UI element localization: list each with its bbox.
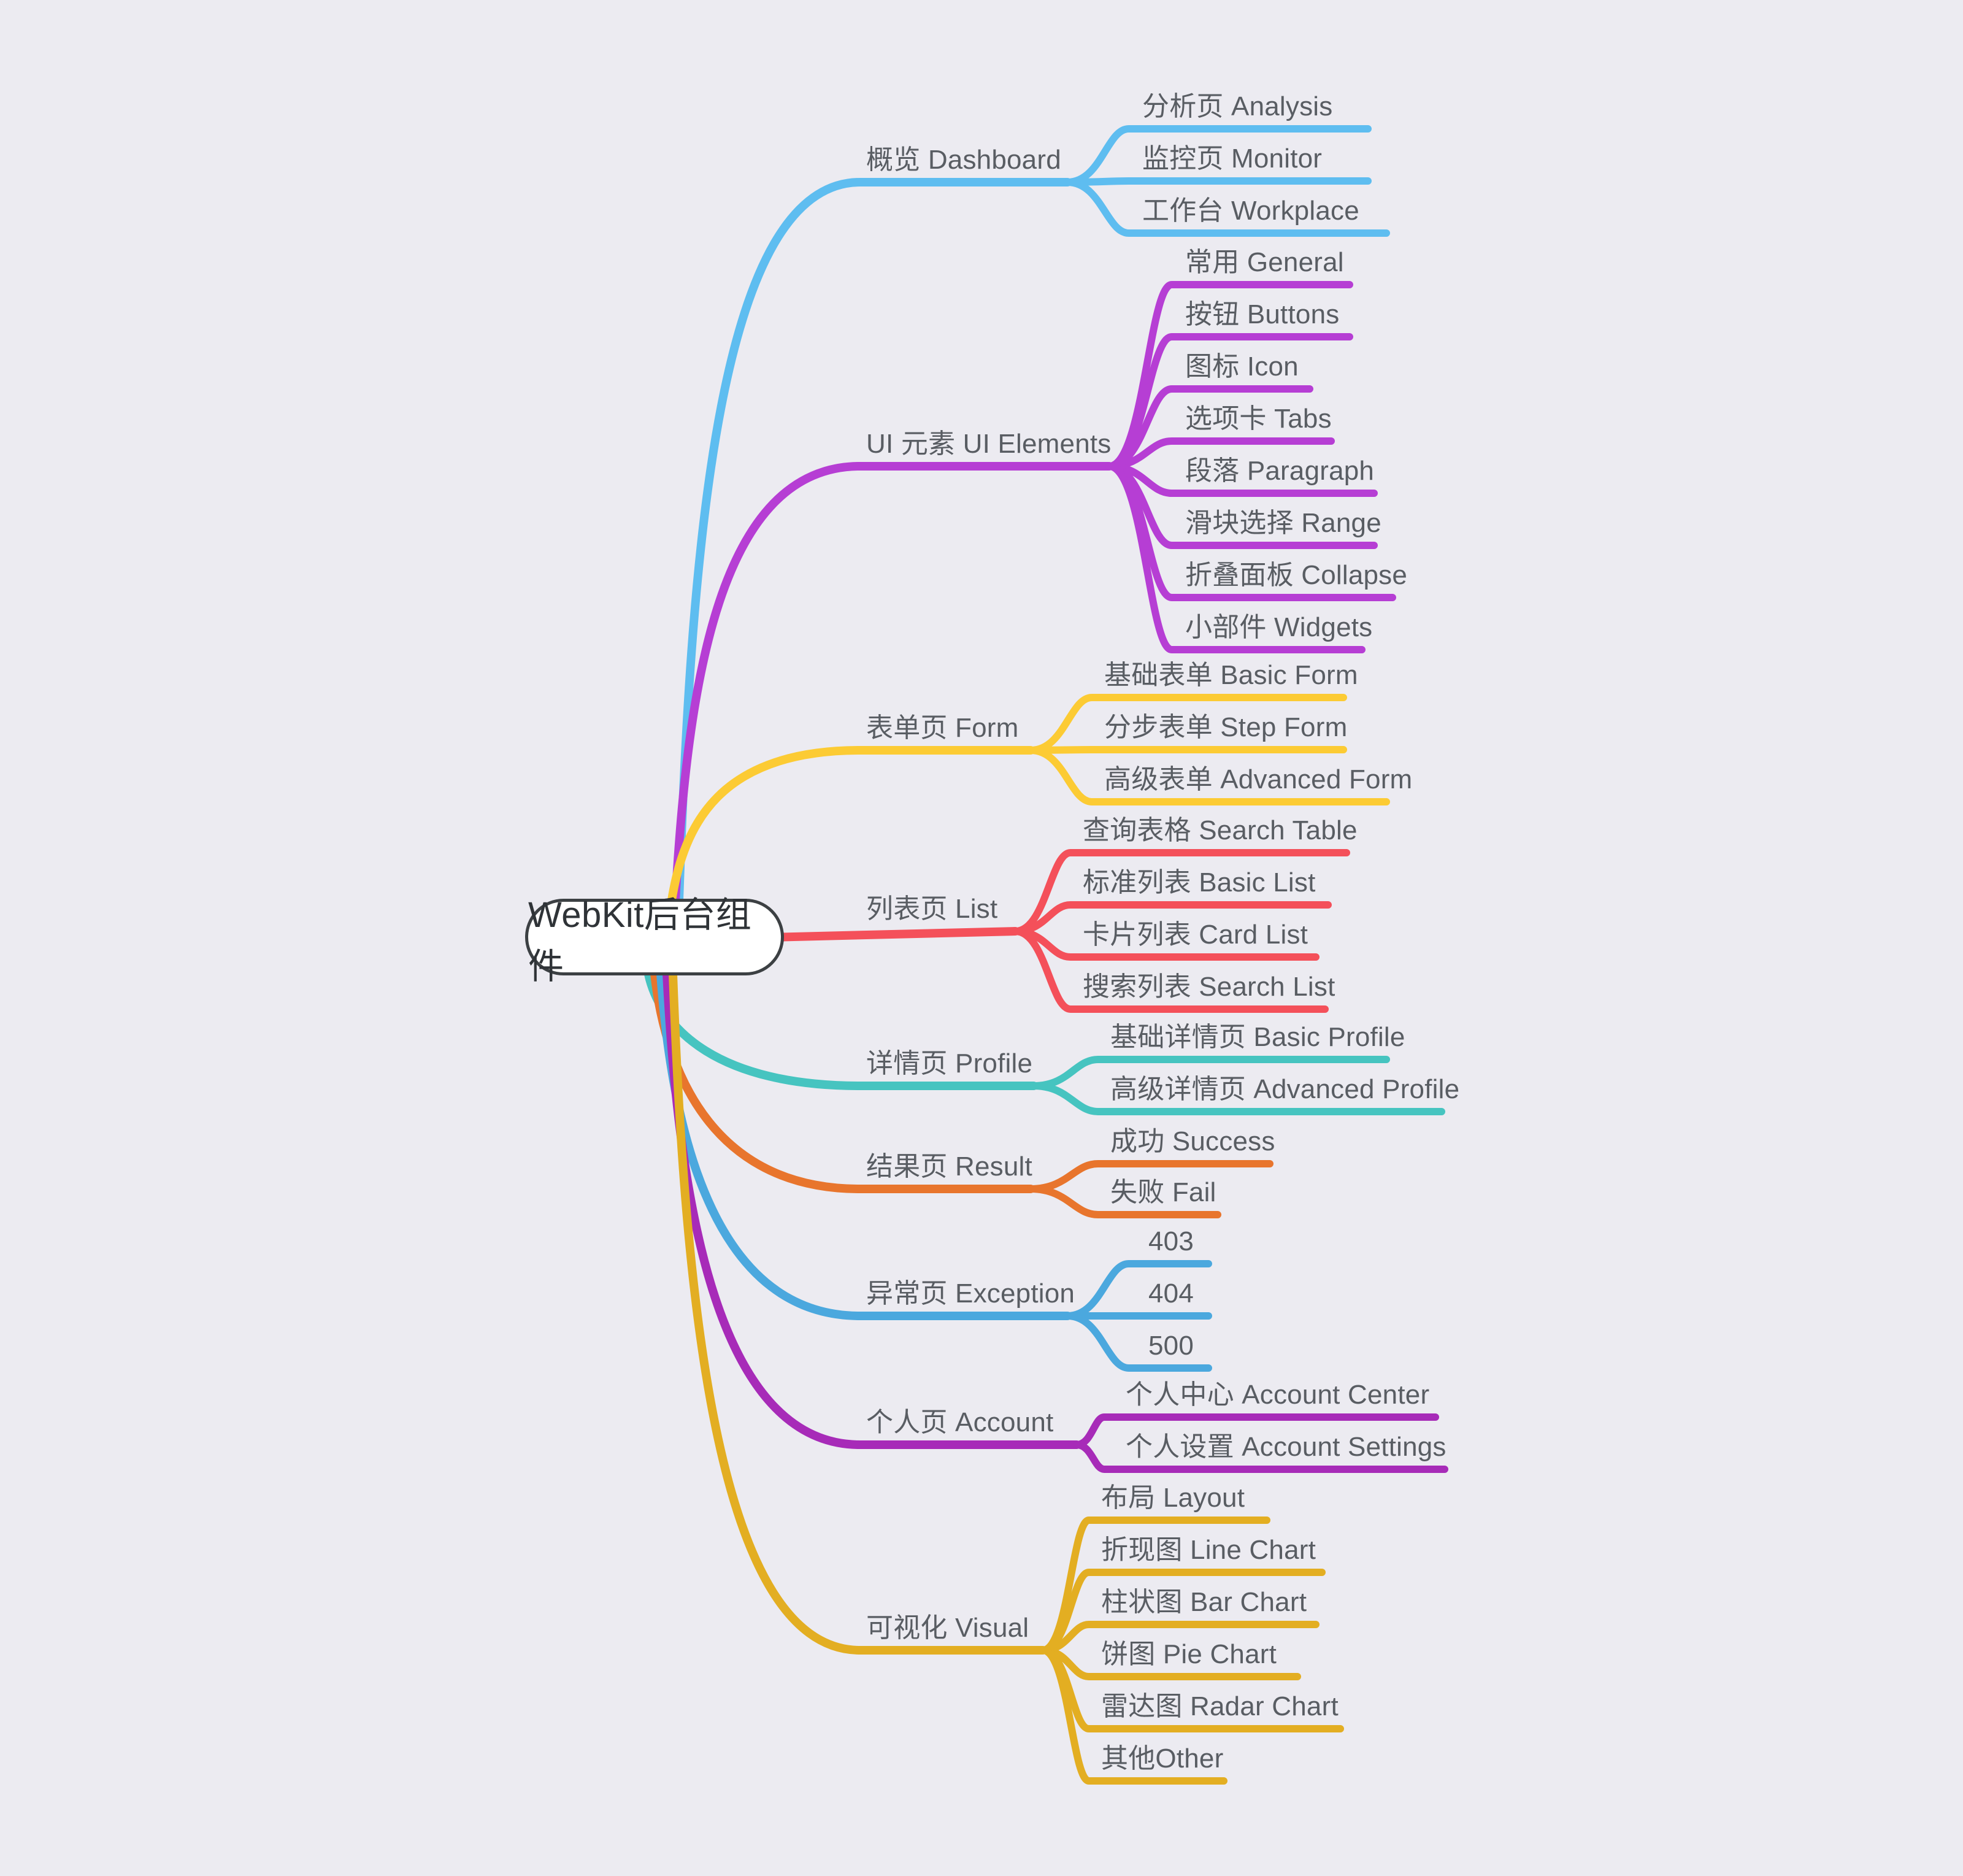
root-node[interactable]: WebKit后台组件 (525, 895, 784, 986)
branch-label[interactable]: 异常页 Exception (866, 1280, 1075, 1307)
branch-label[interactable]: 详情页 Profile (866, 1050, 1032, 1077)
leaf-label[interactable]: 高级表单 Advanced Form (1104, 766, 1412, 793)
leaf-label[interactable]: 高级详情页 Advanced Profile (1110, 1076, 1459, 1103)
leaf-label[interactable]: 分步表单 Step Form (1104, 714, 1347, 741)
leaf-label[interactable]: 卡片列表 Card List (1083, 921, 1308, 948)
leaf-label[interactable]: 查询表格 Search Table (1083, 817, 1358, 844)
root-node-label: WebKit后台组件 (528, 894, 752, 986)
leaf-label[interactable]: 搜索列表 Search List (1083, 974, 1335, 1001)
leaf-label[interactable]: 折叠面板 Collapse (1185, 562, 1407, 589)
leaf-label[interactable]: 403 (1148, 1228, 1194, 1255)
leaf-label[interactable]: 失败 Fail (1110, 1179, 1216, 1206)
leaf-label[interactable]: 柱状图 Bar Chart (1101, 1589, 1307, 1616)
leaf-label[interactable]: 按钮 Buttons (1185, 301, 1339, 328)
leaf-label[interactable]: 小部件 Widgets (1185, 614, 1372, 641)
branch-label[interactable]: 结果页 Result (866, 1153, 1032, 1180)
leaf-label[interactable]: 其他Other (1101, 1745, 1223, 1772)
mindmap-canvas: WebKit后台组件 概览 Dashboard 分析页 Analysis 监控页 M… (0, 0, 1963, 1876)
leaf-label[interactable]: 监控页 Monitor (1142, 145, 1322, 172)
leaf-label[interactable]: 段落 Paragraph (1185, 458, 1374, 485)
leaf-label[interactable]: 图标 Icon (1185, 353, 1299, 380)
leaf-label[interactable]: 500 (1148, 1332, 1194, 1359)
leaf-label[interactable]: 成功 Success (1110, 1128, 1275, 1155)
mindmap-connectors (644, 125, 1448, 1785)
leaf-label[interactable]: 滑块选择 Range (1185, 510, 1381, 537)
leaf-label[interactable]: 布局 Layout (1101, 1485, 1245, 1512)
leaf-label[interactable]: 折现图 Line Chart (1101, 1537, 1316, 1564)
branch-label[interactable]: 可视化 Visual (866, 1615, 1029, 1642)
leaf-label[interactable]: 404 (1148, 1280, 1194, 1307)
branch-label[interactable]: 个人页 Account (866, 1409, 1053, 1436)
leaf-label[interactable]: 饼图 Pie Chart (1101, 1641, 1277, 1668)
branch-label[interactable]: 表单页 Form (866, 715, 1018, 742)
leaf-label[interactable]: 基础表单 Basic Form (1104, 662, 1358, 689)
leaf-label[interactable]: 雷达图 Radar Chart (1101, 1693, 1339, 1720)
leaf-label[interactable]: 工作台 Workplace (1142, 198, 1359, 225)
leaf-label[interactable]: 标准列表 Basic List (1083, 869, 1316, 896)
leaf-label[interactable]: 个人设置 Account Settings (1126, 1434, 1446, 1461)
branch-label[interactable]: 列表页 List (866, 896, 997, 923)
leaf-label[interactable]: 基础详情页 Basic Profile (1110, 1024, 1405, 1051)
leaf-label[interactable]: 分析页 Analysis (1142, 93, 1332, 120)
branch-label[interactable]: 概览 Dashboard (866, 147, 1061, 174)
branch-label[interactable]: UI 元素 UI Elements (866, 431, 1112, 458)
leaf-label[interactable]: 个人中心 Account Center (1126, 1382, 1429, 1409)
leaf-label[interactable]: 常用 General (1185, 249, 1344, 276)
leaf-label[interactable]: 选项卡 Tabs (1185, 406, 1332, 432)
